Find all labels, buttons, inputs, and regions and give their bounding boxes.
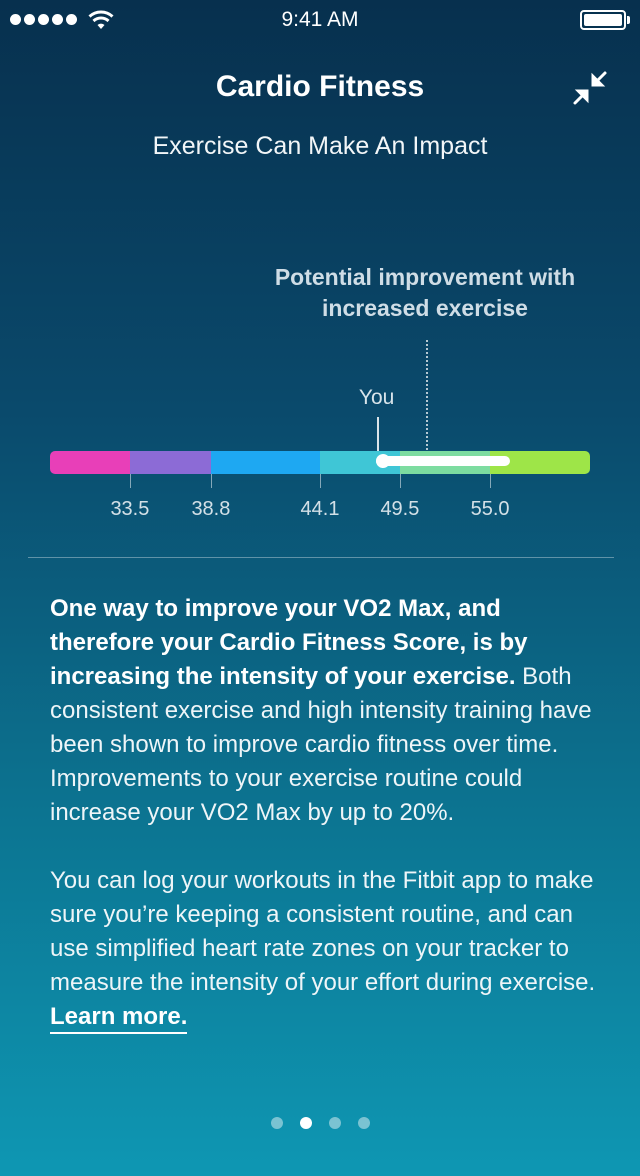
paragraph-1: One way to improve your VO2 Max, and the… — [50, 592, 610, 830]
potential-marker-line — [425, 340, 428, 454]
divider — [28, 557, 614, 558]
collapse-arrows-icon[interactable] — [570, 68, 610, 108]
description-text: One way to improve your VO2 Max, and the… — [50, 592, 610, 1034]
learn-more-link[interactable]: Learn more. — [50, 1002, 188, 1034]
bold-intro: One way to improve your VO2 Max, and the… — [50, 595, 528, 690]
status-time: 9:41 AM — [281, 8, 359, 31]
battery-icon — [580, 10, 630, 30]
page-subtitle: Exercise Can Make An Impact — [152, 132, 488, 160]
scale-segment-2 — [129, 451, 211, 474]
scale-segment-1 — [50, 451, 130, 474]
paragraph-2: You can log your workouts in the Fitbit … — [50, 864, 610, 1034]
you-label: You — [358, 386, 395, 409]
improvement-range-bar — [375, 454, 510, 468]
scale-tick-label: 33.5 — [110, 498, 150, 520]
page-dot[interactable] — [328, 1117, 341, 1129]
scale-tick — [490, 474, 492, 488]
scale-tick-label: 44.1 — [300, 498, 340, 520]
page-dot[interactable] — [357, 1117, 370, 1129]
scale-segment-3 — [210, 451, 320, 474]
scale-tick — [129, 474, 131, 488]
scale-tick-label: 38.8 — [191, 498, 231, 520]
status-bar: 9:41 AM — [0, 0, 640, 40]
scale-tick — [320, 474, 321, 488]
scale-tick — [399, 474, 401, 488]
page-indicator — [0, 1117, 640, 1129]
page-dot[interactable] — [299, 1117, 312, 1129]
page-dot[interactable] — [270, 1117, 283, 1129]
scale-tick-label: 49.5 — [380, 498, 420, 520]
scale-tick — [210, 474, 212, 488]
page-title: Cardio Fitness — [215, 70, 425, 103]
potential-improvement-label: Potential improvement with increased exe… — [274, 264, 576, 321]
scale-tick-label: 55.0 — [470, 498, 510, 520]
paragraph-2-text: You can log your workouts in the Fitbit … — [50, 867, 596, 996]
